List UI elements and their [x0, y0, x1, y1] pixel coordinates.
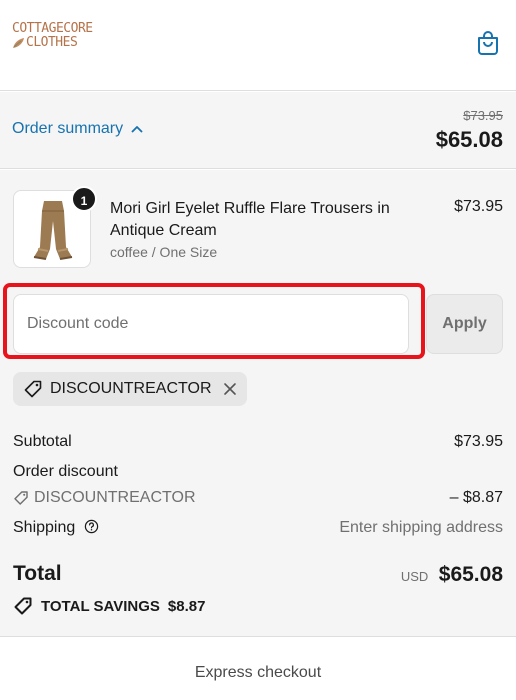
tag-icon — [14, 491, 28, 505]
shopping-bag-icon[interactable] — [476, 30, 500, 56]
order-summary-panel: 1 Mori Girl Eyelet Ruffle Flare Trousers… — [0, 170, 516, 637]
product-price: $73.95 — [454, 198, 503, 215]
apply-discount-button[interactable]: Apply — [426, 294, 503, 354]
order-discount-label: Order discount — [13, 463, 118, 480]
shipping-row: Shipping Enter shipping address — [13, 519, 503, 537]
total-label: Total — [13, 562, 62, 585]
product-name: Mori Girl Eyelet Ruffle Flare Trousers i… — [110, 200, 390, 239]
discount-code-label: DISCOUNTREACTOR — [34, 489, 196, 506]
discount-amount: – $8.87 — [449, 489, 503, 506]
remove-discount-button[interactable] — [223, 382, 237, 396]
applied-discount-chip: DISCOUNTREACTOR — [13, 372, 247, 406]
total-savings-label: TOTAL SAVINGS — [41, 597, 160, 615]
original-total: $73.95 — [463, 108, 503, 123]
express-checkout-heading: Express checkout — [194, 664, 322, 681]
quantity-badge: 1 — [71, 186, 97, 212]
shipping-value: Enter shipping address — [339, 519, 503, 536]
total-currency: USD — [400, 569, 429, 584]
order-discount-row: Order discount — [13, 463, 503, 481]
order-summary-toggle[interactable]: Order summary — [12, 120, 143, 138]
subtotal-label: Subtotal — [13, 433, 72, 450]
store-logo[interactable]: COTTAGECORE CLOTHES — [12, 22, 104, 60]
total-amount: $65.08 — [438, 563, 503, 586]
order-summary-label: Order summary — [12, 120, 124, 137]
help-icon[interactable] — [84, 519, 99, 534]
discount-code-input[interactable] — [13, 294, 409, 354]
subtotal-value: $73.95 — [454, 433, 503, 450]
logo-text-line1: COTTAGECORE — [12, 21, 93, 36]
total-savings-row: TOTAL SAVINGS $8.87 — [13, 596, 503, 616]
applied-discount-code: DISCOUNTREACTOR — [50, 380, 212, 397]
store-header: COTTAGECORE CLOTHES — [0, 0, 516, 91]
close-icon — [223, 383, 236, 395]
product-variant: coffee / One Size — [110, 244, 218, 260]
discount-code-row: DISCOUNTREACTOR – $8.87 — [13, 489, 503, 507]
leaf-icon — [13, 38, 24, 48]
logo-text-line2: CLOTHES — [26, 35, 78, 50]
total-row: Total USD $65.08 — [13, 562, 503, 586]
chevron-up-icon — [131, 126, 143, 133]
tag-icon — [14, 597, 32, 615]
summary-total: $65.08 — [435, 127, 503, 152]
subtotal-row: Subtotal $73.95 — [13, 433, 503, 451]
tag-icon — [24, 380, 42, 398]
total-savings-value: $8.87 — [167, 597, 206, 615]
order-summary-bar: Order summary $73.95 $65.08 — [0, 92, 516, 169]
shipping-label: Shipping — [13, 519, 76, 536]
